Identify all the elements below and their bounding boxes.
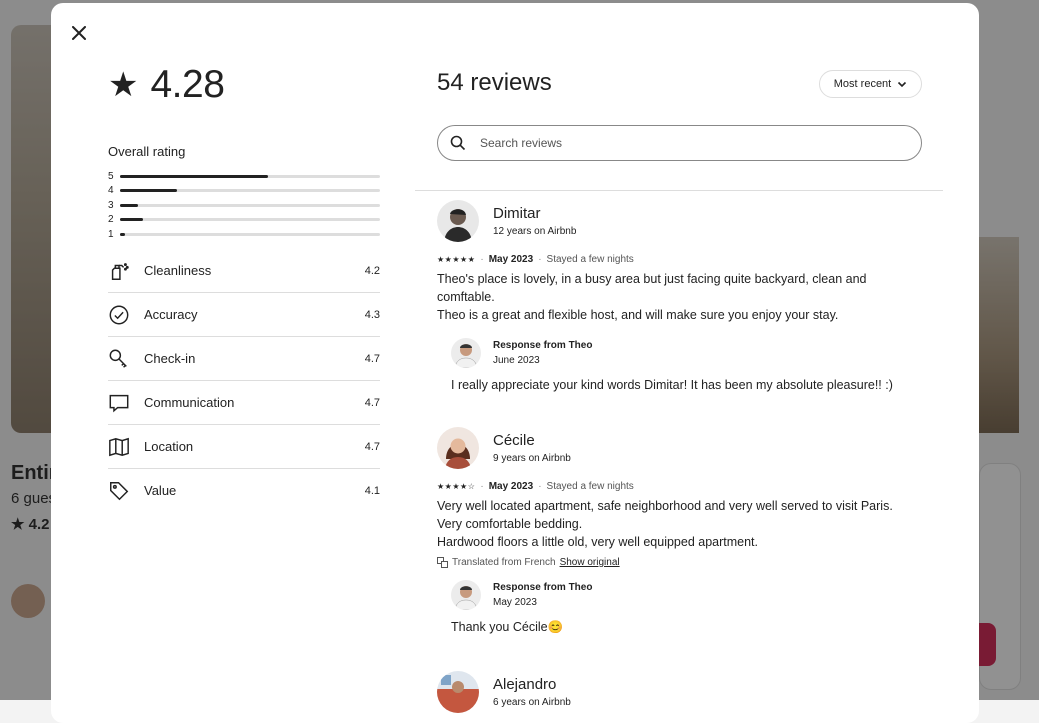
- category-name: Accuracy: [144, 307, 198, 322]
- distribution-bar-fill: [120, 174, 269, 178]
- category-value: Value 4.1: [108, 469, 380, 512]
- search-icon: [438, 135, 478, 151]
- reviewer-tenure: 6 years on Airbnb: [493, 697, 571, 708]
- distribution-stars: 2: [108, 214, 114, 226]
- category-check-in: Check-in 4.7: [108, 337, 380, 381]
- host-response: Response from Theo June 2023 I really ap…: [451, 338, 927, 392]
- response-title: Response from Theo: [493, 582, 593, 593]
- review-item: Alejandro 6 years on Airbnb: [437, 671, 927, 713]
- host-avatar[interactable]: [451, 338, 481, 368]
- review-stay: Stayed a few nights: [546, 254, 634, 265]
- host-avatar[interactable]: [451, 580, 481, 610]
- reviewer-name: Dimitar: [493, 205, 541, 222]
- chevron-down-icon: [898, 81, 907, 88]
- distribution-row: 3: [108, 198, 380, 213]
- review-date: May 2023: [488, 254, 534, 265]
- category-name: Cleanliness: [144, 263, 212, 278]
- category-score: 4.3: [364, 308, 380, 321]
- category-name: Communication: [144, 395, 235, 410]
- translated-label: Translated from French: [452, 557, 556, 568]
- distribution-stars: 4: [108, 185, 114, 197]
- review-item: Dimitar 12 years on Airbnb ★★★★★ · May 2…: [437, 200, 927, 392]
- review-date: May 2023: [488, 481, 534, 492]
- response-text: Thank you Cécile😊: [451, 620, 564, 634]
- distribution-row: 5: [108, 169, 380, 184]
- reviewer-avatar[interactable]: [437, 200, 479, 242]
- response-title: Response from Theo: [493, 340, 593, 351]
- category-score: 4.7: [364, 440, 380, 453]
- reviews-modal: ★ 4.28 Overall rating 5 4 3 2 1 Cleanlin…: [51, 3, 979, 723]
- review-text: Theo's place is lovely, in a busy area b…: [437, 272, 867, 322]
- response-date: May 2023: [493, 597, 537, 608]
- sort-dropdown[interactable]: Most recent: [819, 70, 922, 98]
- category-name: Location: [144, 439, 194, 454]
- sort-label: Most recent: [833, 78, 892, 90]
- category-name: Check-in: [144, 351, 196, 366]
- translation-note: Translated from French Show original: [437, 557, 927, 568]
- translate-icon: [437, 557, 448, 568]
- key-icon: [108, 348, 144, 370]
- reviewer-avatar[interactable]: [437, 427, 479, 469]
- divider: [415, 190, 943, 191]
- star-icon: ★: [108, 66, 139, 104]
- review-item: Cécile 9 years on Airbnb ★★★★☆ · May 202…: [437, 427, 927, 635]
- reviewer-tenure: 12 years on Airbnb: [493, 226, 577, 237]
- map-icon: [108, 436, 144, 458]
- category-name: Value: [144, 483, 177, 498]
- review-stars: ★★★★★: [437, 255, 476, 264]
- reviewer-name: Alejandro: [493, 676, 557, 693]
- distribution-bar-fill: [120, 189, 178, 193]
- category-accuracy: Accuracy 4.3: [108, 293, 380, 337]
- reviewer-avatar[interactable]: [437, 671, 479, 713]
- category-score: 4.7: [364, 352, 380, 365]
- distribution-row: 4: [108, 184, 380, 199]
- reviewer-tenure: 9 years on Airbnb: [493, 453, 571, 464]
- category-communication: Communication 4.7: [108, 381, 380, 425]
- distribution-row: 1: [108, 227, 380, 242]
- category-score: 4.7: [364, 396, 380, 409]
- close-icon: [72, 26, 86, 40]
- distribution-stars: 3: [108, 199, 114, 211]
- distribution-stars: 5: [108, 170, 114, 182]
- spray-bottle-icon: [108, 260, 144, 282]
- distribution-bar-fill: [120, 218, 144, 222]
- category-score: 4.2: [364, 264, 380, 277]
- response-text: I really appreciate your kind words Dimi…: [451, 378, 893, 392]
- category-ratings: Cleanliness 4.2 Accuracy 4.3 Check-in 4.…: [108, 249, 380, 512]
- search-reviews-input[interactable]: [478, 135, 921, 151]
- category-score: 4.1: [364, 484, 380, 497]
- chat-bubble-icon: [108, 392, 144, 414]
- check-circle-icon: [108, 304, 144, 326]
- distribution-bar-fill: [120, 232, 126, 236]
- close-button[interactable]: [67, 21, 91, 45]
- reviews-count-title: 54 reviews: [437, 69, 552, 96]
- host-response: Response from Theo May 2023 Thank you Cé…: [451, 580, 927, 635]
- tag-icon: [108, 480, 144, 502]
- response-date: June 2023: [493, 355, 540, 366]
- distribution-row: 2: [108, 213, 380, 228]
- distribution-stars: 1: [108, 228, 114, 240]
- review-text: Very well located apartment, safe neighb…: [437, 499, 893, 549]
- search-reviews-field[interactable]: [437, 125, 922, 161]
- review-stars: ★★★★☆: [437, 482, 476, 491]
- category-cleanliness: Cleanliness 4.2: [108, 249, 380, 293]
- review-stay: Stayed a few nights: [546, 481, 634, 492]
- rating-distribution: 5 4 3 2 1: [108, 169, 380, 242]
- overall-score: ★ 4.28: [108, 63, 225, 107]
- distribution-bar-fill: [120, 203, 139, 207]
- show-original-link[interactable]: Show original: [560, 557, 620, 568]
- overall-rating-label: Overall rating: [108, 144, 186, 159]
- overall-score-value: 4.28: [150, 63, 225, 106]
- category-location: Location 4.7: [108, 425, 380, 469]
- reviewer-name: Cécile: [493, 432, 535, 449]
